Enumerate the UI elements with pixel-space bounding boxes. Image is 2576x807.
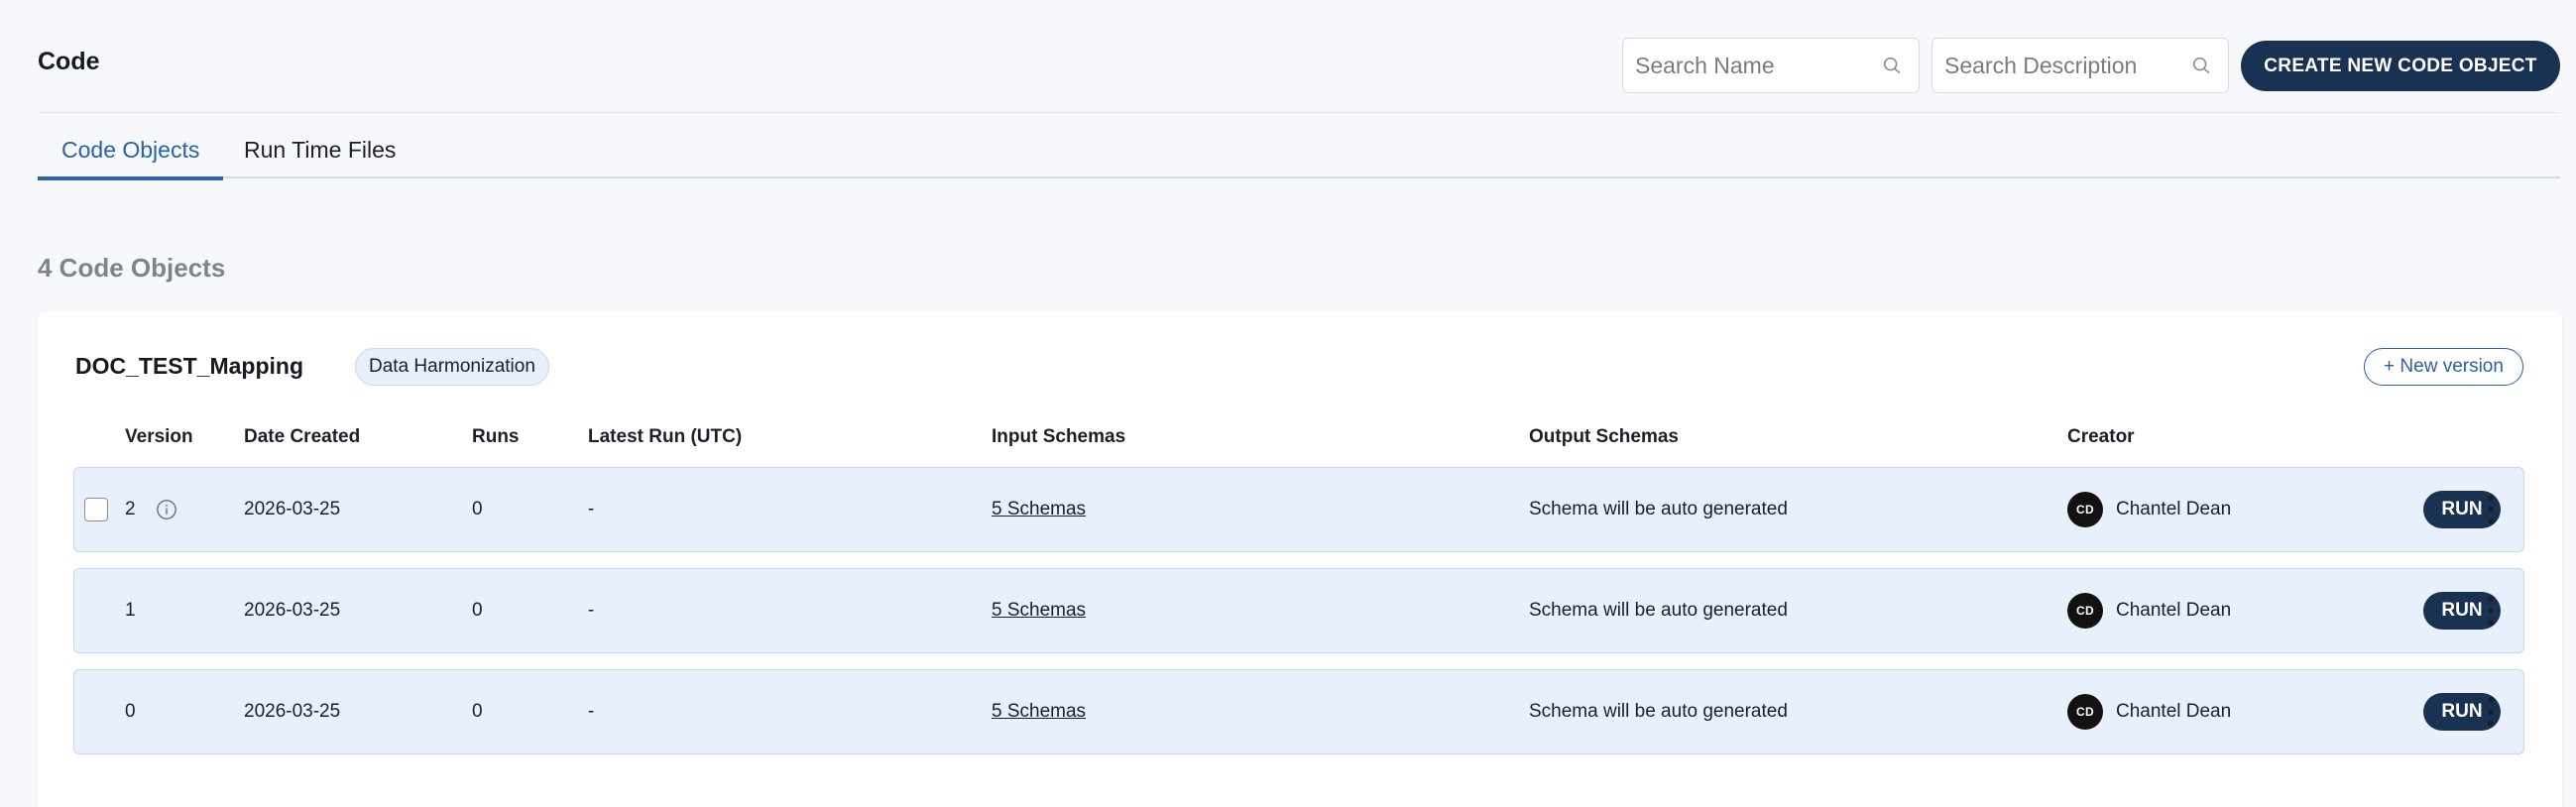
column-header-creator: Creator <box>2067 426 2135 447</box>
category-tag: Data Harmonization <box>355 348 549 386</box>
version-cell: 0 <box>125 701 136 722</box>
column-header-runs: Runs <box>472 426 520 447</box>
code-object-card: DOC_TEST_Mapping Data Harmonization + Ne… <box>38 311 2562 807</box>
column-header-date-created: Date Created <box>244 426 361 447</box>
output-schemas-cell: Schema will be auto generated <box>1529 499 1788 519</box>
code-object-name: DOC_TEST_Mapping <box>75 353 304 379</box>
input-schemas-cell: 5 Schemas <box>992 670 1086 753</box>
runs-cell: 0 <box>472 600 483 621</box>
column-header-output-schemas: Output Schemas <box>1529 426 1679 447</box>
creator-name: Chantel Dean <box>2116 600 2232 621</box>
search-name-field[interactable] <box>1622 38 1920 93</box>
table-row[interactable]: 0 2026-03-25 0 - 5 Schemas Schema will b… <box>73 669 2524 754</box>
row-menu-cell <box>2486 569 2496 652</box>
tab-run-time-files[interactable]: Run Time Files <box>244 137 396 178</box>
creator-name: Chantel Dean <box>2116 499 2232 519</box>
search-name-input[interactable] <box>1635 52 1881 79</box>
search-icon[interactable] <box>1881 55 1903 76</box>
column-header-input-schemas: Input Schemas <box>992 426 1126 447</box>
version-cell: 2 <box>125 499 136 519</box>
row-menu-cell <box>2486 468 2496 551</box>
latest-run-cell: - <box>588 600 595 621</box>
table-row[interactable]: 2 2026-03-25 0 - 5 Schemas Schema will b… <box>73 467 2524 552</box>
kebab-menu-icon[interactable] <box>2486 493 2496 526</box>
avatar: CD <box>2067 492 2103 527</box>
table-row[interactable]: 1 2026-03-25 0 - 5 Schemas Schema will b… <box>73 568 2524 653</box>
search-description-input[interactable] <box>1944 52 2190 79</box>
version-cell: 1 <box>125 600 136 621</box>
date-created-cell: 2026-03-25 <box>244 499 341 519</box>
row-menu-cell <box>2486 670 2496 753</box>
row-select-checkbox[interactable] <box>84 498 108 521</box>
page-title: Code <box>38 48 100 75</box>
row-select-cell <box>84 468 108 551</box>
header-divider <box>38 112 2560 113</box>
latest-run-cell: - <box>588 701 595 722</box>
latest-run-cell: - <box>588 499 595 519</box>
input-schemas-cell: 5 Schemas <box>992 468 1086 551</box>
runs-cell: 0 <box>472 499 483 519</box>
new-version-button[interactable]: + New version <box>2364 348 2523 386</box>
input-schemas-link[interactable]: 5 Schemas <box>992 499 1086 520</box>
search-description-field[interactable] <box>1932 38 2229 93</box>
avatar: CD <box>2067 593 2103 629</box>
info-icon[interactable] <box>156 499 177 520</box>
tab-code-objects[interactable]: Code Objects <box>37 137 224 180</box>
code-objects-count: 4 Code Objects <box>38 253 226 283</box>
column-header-version: Version <box>125 426 193 447</box>
runs-cell: 0 <box>472 701 483 722</box>
date-created-cell: 2026-03-25 <box>244 600 341 621</box>
create-new-code-object-button[interactable]: CREATE NEW CODE OBJECT <box>2241 41 2560 91</box>
kebab-menu-icon[interactable] <box>2486 695 2496 729</box>
creator-name: Chantel Dean <box>2116 701 2232 722</box>
output-schemas-cell: Schema will be auto generated <box>1529 600 1788 621</box>
tab-bar: Code Objects Run Time Files <box>37 127 2560 180</box>
output-schemas-cell: Schema will be auto generated <box>1529 701 1788 722</box>
input-schemas-cell: 5 Schemas <box>992 569 1086 652</box>
info-cell <box>156 468 177 551</box>
creator-cell: CD Chantel Dean <box>2067 670 2231 753</box>
avatar: CD <box>2067 694 2103 730</box>
input-schemas-link[interactable]: 5 Schemas <box>992 701 1086 723</box>
column-header-latest-run: Latest Run (UTC) <box>588 426 743 447</box>
date-created-cell: 2026-03-25 <box>244 701 341 722</box>
creator-cell: CD Chantel Dean <box>2067 569 2231 652</box>
search-icon[interactable] <box>2190 55 2212 76</box>
input-schemas-link[interactable]: 5 Schemas <box>992 600 1086 622</box>
kebab-menu-icon[interactable] <box>2486 594 2496 628</box>
creator-cell: CD Chantel Dean <box>2067 468 2231 551</box>
